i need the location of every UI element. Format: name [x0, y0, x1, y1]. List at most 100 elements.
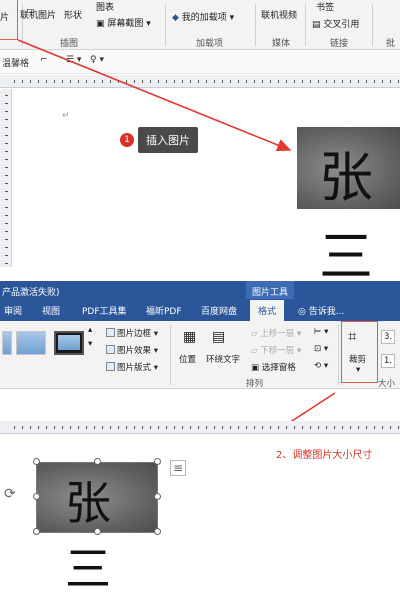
effects-icon [106, 345, 115, 354]
ruler-tick [358, 426, 359, 429]
picture-layout-button[interactable]: 图片版式 ▾ [106, 361, 158, 373]
ruler-tick [22, 426, 23, 429]
ruler-tick [374, 426, 375, 429]
group-size: 大小 [378, 379, 396, 389]
ruler-tick [366, 426, 367, 429]
ruler-tick [14, 426, 15, 429]
resize-handle-right[interactable] [154, 493, 161, 500]
resize-handle-top[interactable] [94, 458, 101, 465]
ruler-tick [62, 426, 63, 429]
ruler-tick [190, 426, 191, 429]
border-icon [106, 328, 115, 337]
ruler-tick [246, 426, 247, 429]
ruler-tick [278, 426, 279, 429]
ruler-tick [222, 426, 223, 429]
resize-handle-bottom[interactable] [94, 528, 101, 535]
resize-handle-bottom-left[interactable] [33, 528, 40, 535]
height-input[interactable]: 3. [381, 330, 396, 344]
ruler-tick [142, 426, 143, 429]
ruler-tick [238, 426, 239, 429]
layout-options-icon[interactable]: ≡ [170, 460, 187, 476]
picture-style-thumb[interactable] [2, 331, 12, 355]
rotate-handle-icon[interactable]: ⟳ [4, 486, 16, 502]
picture-style-thumb-inner [58, 335, 80, 350]
layout-icon [106, 362, 115, 371]
bring-forward-button[interactable]: ▱ 上移一层 ▾ [251, 327, 301, 339]
ribbon-tabs: 审阅 视图 PDF工具集 福昕PDF 百度网盘 格式 ◎ 告诉我... [0, 299, 400, 321]
ruler-tick [102, 426, 103, 429]
ruler-tick [286, 426, 287, 429]
picture-effects-button[interactable]: 图片效果 ▾ [106, 344, 158, 356]
ruler-tick [310, 426, 311, 429]
tab-foxit-pdf[interactable]: 福昕PDF [146, 304, 182, 317]
wrap-text-icon: ▤ [212, 329, 226, 345]
tab-pdf-tools[interactable]: PDF工具集 [82, 304, 127, 317]
resize-handle-top-left[interactable] [33, 458, 40, 465]
scroll-down-icon[interactable]: ▾ [88, 339, 92, 349]
picture-border-button[interactable]: 图片边框 ▾ [106, 327, 158, 339]
ruler-tick [254, 426, 255, 429]
send-backward-button[interactable]: ▱ 下移一层 ▾ [251, 344, 301, 356]
picture-style-thumb[interactable] [16, 331, 46, 355]
width-input[interactable]: 1. [381, 354, 396, 368]
divider [170, 325, 171, 385]
selected-handwriting-picture[interactable]: 张 三 [36, 462, 158, 596]
selection-pane-icon: ▣ [251, 363, 262, 373]
ruler-tick [230, 426, 231, 429]
title-bar: 产品激活失败) 图片工具 [0, 281, 400, 299]
scroll-up-icon[interactable]: ▴ [88, 325, 92, 335]
crop-icon: ⌗ [348, 327, 357, 345]
ruler-tick [38, 426, 39, 429]
resize-handle-top-right[interactable] [154, 458, 161, 465]
ruler-tick [134, 426, 135, 429]
picture-tools-context: 图片工具 [246, 281, 295, 299]
selection-pane-button[interactable]: ▣ 选择窗格 [251, 361, 296, 373]
ruler-tick [198, 426, 199, 429]
ruler-tick [78, 426, 79, 429]
ruler-tick [382, 426, 383, 429]
group-icon[interactable]: ⊡ ▾ [314, 344, 328, 354]
ruler-tick [30, 426, 31, 429]
position-icon: ▦ [183, 329, 197, 345]
ruler-tick [54, 426, 55, 429]
divider [338, 325, 339, 385]
crop-dropdown-icon[interactable]: ▾ [356, 365, 360, 375]
ruler-tick [294, 426, 295, 429]
ruler-tick [398, 426, 399, 429]
ruler-tick [350, 426, 351, 429]
rotate-icon[interactable]: ⟲ ▾ [314, 361, 328, 371]
ruler-tick [390, 426, 391, 429]
resize-handle-bottom-right[interactable] [154, 528, 161, 535]
position-button[interactable]: 位置 [179, 353, 196, 365]
wrap-text-button[interactable]: 环绕文字 [206, 353, 240, 365]
tab-review[interactable]: 审阅 [4, 304, 22, 317]
tell-me-search[interactable]: ◎ 告诉我... [298, 304, 344, 317]
lightbulb-icon: ◎ [298, 307, 309, 317]
ruler-tick [334, 426, 335, 429]
handwriting-text: 张 三 [65, 476, 111, 596]
ruler-tick [86, 426, 87, 429]
crop-button[interactable]: 裁剪 [349, 353, 366, 365]
ruler-tick [94, 426, 95, 429]
ruler-tick [318, 426, 319, 429]
group-arrange: 排列 [246, 379, 264, 389]
ruler-tick [206, 426, 207, 429]
window-title: 产品激活失败) [2, 288, 60, 298]
ruler-tick [46, 426, 47, 429]
resize-handle-left[interactable] [33, 493, 40, 500]
tab-format[interactable]: 格式 [250, 300, 285, 321]
ruler-tick [150, 426, 151, 429]
ruler-tick [158, 426, 159, 429]
step2-label: 2、调整图片大小尺寸 [276, 450, 373, 461]
ruler-tick [174, 426, 175, 429]
tab-baidu-netdisk[interactable]: 百度网盘 [201, 304, 237, 317]
tab-view[interactable]: 视图 [42, 304, 60, 317]
horizontal-ruler-2 [0, 421, 400, 434]
ruler-tick [110, 426, 111, 429]
ruler-tick [214, 426, 215, 429]
align-icon[interactable]: ⊨ ▾ [314, 327, 328, 337]
ruler-tick [126, 426, 127, 429]
ruler-tick [262, 426, 263, 429]
ruler-tick [326, 426, 327, 429]
format-ribbon: ▴ ▾ 图片边框 ▾ 图片效果 ▾ 图片版式 ▾ ▦ 位置 ▤ 环绕文字 ▱ 上… [0, 321, 400, 389]
